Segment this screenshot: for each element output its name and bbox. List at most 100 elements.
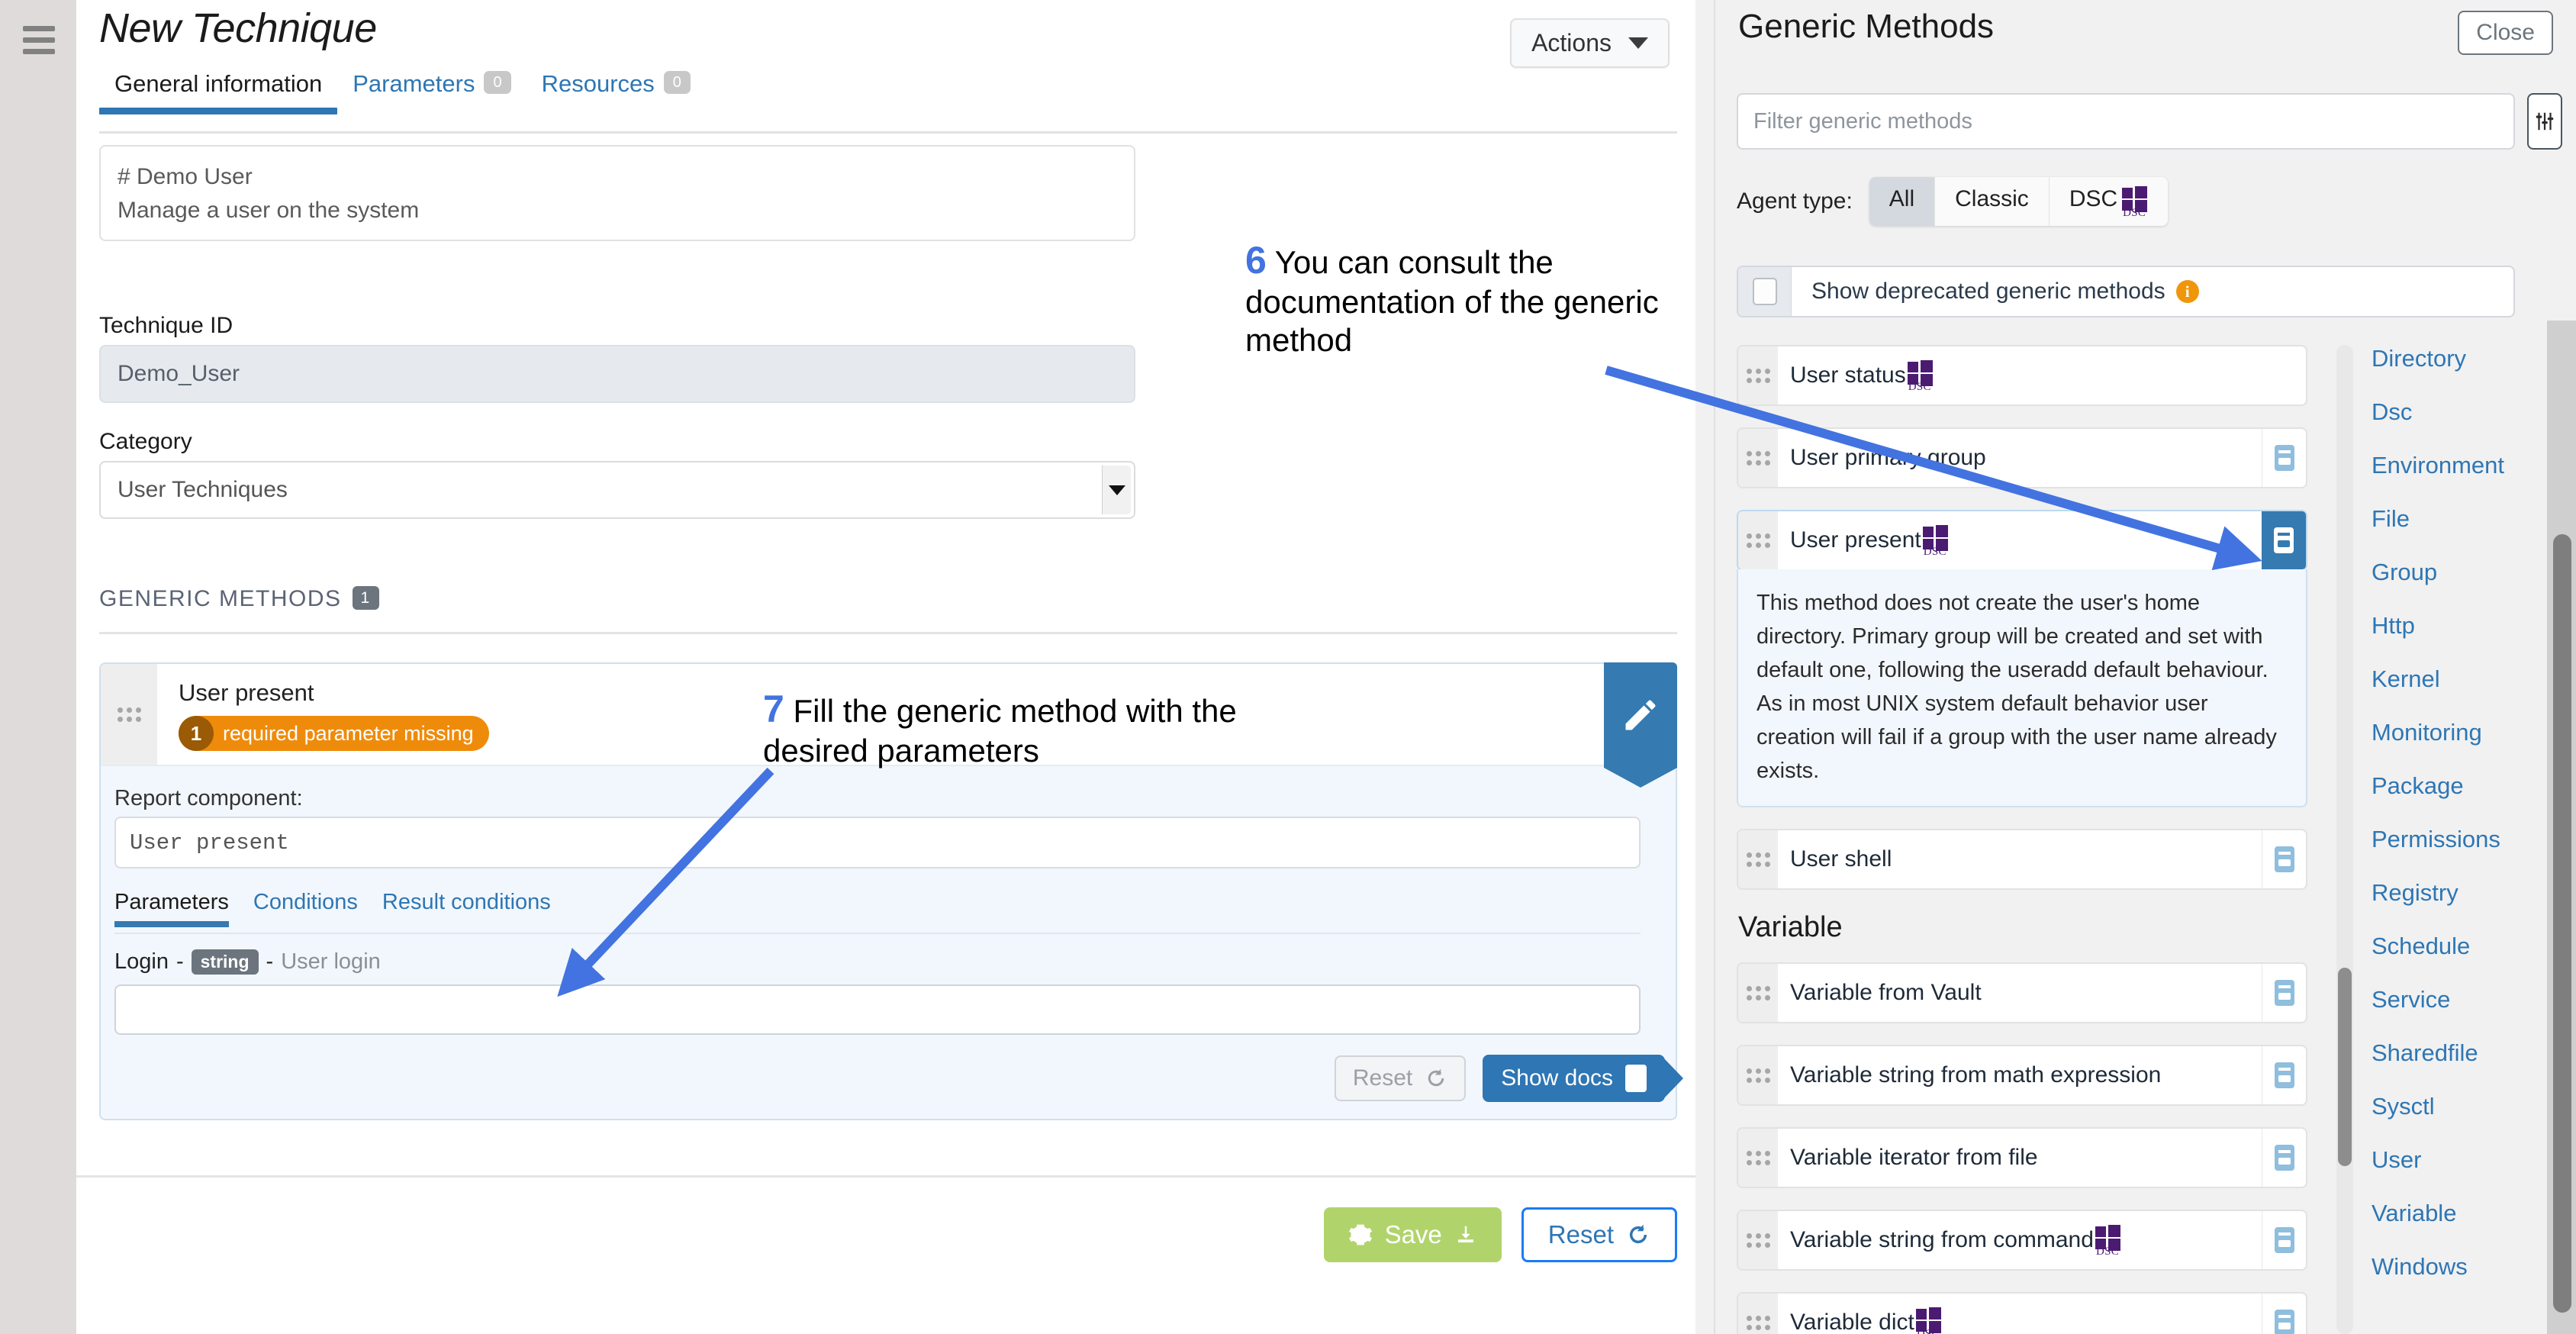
tab-parameters[interactable]: Parameters 0 bbox=[337, 70, 526, 114]
list-item[interactable]: Variable iterator from file bbox=[1737, 1127, 2307, 1189]
drag-handle-icon[interactable] bbox=[1738, 429, 1778, 487]
method-name: Variable iterator from file bbox=[1778, 1129, 2262, 1187]
actions-button[interactable]: Actions bbox=[1510, 18, 1670, 68]
category-link-windows[interactable]: Windows bbox=[2372, 1253, 2555, 1281]
panel-title: Generic Methods bbox=[1738, 8, 1995, 45]
method-card-tabs: Parameters Conditions Result conditions bbox=[114, 890, 563, 927]
description-textarea[interactable]: # Demo User Manage a user on the system bbox=[99, 145, 1135, 241]
drag-handle-icon[interactable] bbox=[1738, 1211, 1778, 1270]
show-deprecated-row[interactable]: Show deprecated generic methods i bbox=[1737, 266, 2515, 317]
show-documentation-button[interactable] bbox=[2262, 830, 2306, 889]
document-icon bbox=[2274, 980, 2294, 1007]
status-badge-count: 1 bbox=[179, 716, 214, 751]
show-documentation-button[interactable] bbox=[2262, 1211, 2306, 1270]
agent-type-classic[interactable]: Classic bbox=[1935, 177, 2050, 226]
tab-resources[interactable]: Resources 0 bbox=[526, 70, 706, 114]
main-scrollbar[interactable] bbox=[1695, 0, 1714, 1334]
category-link-file[interactable]: File bbox=[2372, 505, 2555, 533]
show-documentation-button[interactable] bbox=[2262, 429, 2306, 487]
select-dropdown-arrow[interactable] bbox=[1102, 466, 1131, 514]
category-label: Category bbox=[99, 429, 192, 454]
category-link-permissions[interactable]: Permissions bbox=[2372, 826, 2555, 853]
category-link-environment[interactable]: Environment bbox=[2372, 452, 2555, 479]
category-link-user[interactable]: User bbox=[2372, 1146, 2555, 1174]
method-name: Variable string from command DSC bbox=[1778, 1211, 2262, 1269]
panel-scrollbar-thumb[interactable] bbox=[2553, 534, 2571, 1313]
agent-type-all[interactable]: All bbox=[1869, 177, 1936, 226]
list-item[interactable]: Variable string from math expression bbox=[1737, 1045, 2307, 1107]
agent-type-dsc[interactable]: DSC DSC bbox=[2049, 177, 2169, 226]
document-icon bbox=[2274, 1310, 2294, 1334]
filter-generic-methods-input[interactable]: Filter generic methods bbox=[1737, 93, 2515, 150]
drag-handle-icon[interactable] bbox=[1738, 1046, 1778, 1105]
document-icon bbox=[1625, 1065, 1647, 1092]
edit-method-button[interactable] bbox=[1604, 662, 1677, 768]
generic-methods-count: 1 bbox=[352, 586, 379, 610]
category-link-registry[interactable]: Registry bbox=[2372, 879, 2555, 907]
group-header-variable: Variable bbox=[1738, 911, 1843, 944]
download-icon bbox=[1457, 1226, 1473, 1242]
drag-handle-icon[interactable] bbox=[101, 664, 157, 765]
hamburger-menu-icon[interactable] bbox=[23, 26, 55, 60]
hamburger-bar bbox=[23, 37, 55, 43]
category-link-package[interactable]: Package bbox=[2372, 772, 2555, 800]
drag-handle-icon[interactable] bbox=[1738, 830, 1778, 889]
windows-dsc-icon: DSC bbox=[2122, 186, 2148, 219]
hamburger-bar bbox=[23, 49, 55, 54]
show-documentation-button[interactable] bbox=[2262, 1129, 2306, 1187]
technique-editor-pane: New Technique Actions General informatio… bbox=[76, 0, 1724, 1334]
category-link-monitoring[interactable]: Monitoring bbox=[2372, 719, 2555, 746]
method-name-text: User present bbox=[1790, 527, 1921, 553]
category-link-schedule[interactable]: Schedule bbox=[2372, 933, 2555, 960]
drag-handle-icon[interactable] bbox=[1738, 1129, 1778, 1187]
show-documentation-button[interactable] bbox=[2262, 964, 2306, 1023]
category-link-directory[interactable]: Directory bbox=[2372, 345, 2555, 372]
list-scrollbar-track[interactable] bbox=[2336, 345, 2353, 1334]
report-component-input[interactable]: User present bbox=[114, 817, 1641, 868]
info-icon[interactable]: i bbox=[2175, 280, 2199, 303]
drag-handle-icon[interactable] bbox=[1738, 1294, 1778, 1334]
show-documentation-button[interactable] bbox=[2262, 1294, 2306, 1334]
category-link-service[interactable]: Service bbox=[2372, 986, 2555, 1013]
reset-button[interactable]: Reset bbox=[1521, 1207, 1677, 1262]
category-link-http[interactable]: Http bbox=[2372, 612, 2555, 640]
drag-handle-icon[interactable] bbox=[1738, 964, 1778, 1023]
list-item[interactable]: Variable string from command DSC bbox=[1737, 1210, 2307, 1271]
login-input[interactable] bbox=[114, 984, 1641, 1035]
list-item[interactable]: User status DSC bbox=[1737, 345, 2307, 406]
annotation-callout-6: 6 You can consult the documentation of t… bbox=[1245, 238, 1703, 359]
method-name: User status DSC bbox=[1778, 346, 2306, 404]
deprecated-checkbox-cell[interactable] bbox=[1738, 267, 1792, 316]
drag-handle-icon[interactable] bbox=[1738, 346, 1778, 404]
show-deprecated-checkbox[interactable] bbox=[1752, 278, 1777, 305]
footer-actions: Save Reset bbox=[1323, 1207, 1677, 1262]
technique-tabs: General information Parameters 0 Resource… bbox=[99, 70, 706, 114]
category-link-sharedfile[interactable]: Sharedfile bbox=[2372, 1039, 2555, 1067]
document-icon bbox=[2274, 527, 2294, 553]
save-button[interactable]: Save bbox=[1323, 1207, 1502, 1262]
tab-method-result-conditions[interactable]: Result conditions bbox=[370, 890, 563, 927]
list-item[interactable]: User primary group bbox=[1737, 427, 2307, 488]
list-item[interactable]: Variable from Vault bbox=[1737, 962, 2307, 1024]
category-link-dsc[interactable]: Dsc bbox=[2372, 398, 2555, 426]
show-documentation-button[interactable] bbox=[2262, 1046, 2306, 1105]
list-item[interactable]: Variable dict DSC bbox=[1737, 1292, 2307, 1334]
list-item-user-present[interactable]: User present DSC bbox=[1737, 510, 2307, 571]
drag-handle-icon[interactable] bbox=[1738, 511, 1778, 569]
list-item[interactable]: User shell bbox=[1737, 829, 2307, 891]
tab-method-parameters[interactable]: Parameters bbox=[114, 890, 241, 927]
tab-general-information[interactable]: General information bbox=[99, 70, 338, 114]
category-link-group[interactable]: Group bbox=[2372, 559, 2555, 586]
close-button[interactable]: Close bbox=[2458, 11, 2553, 55]
category-link-variable[interactable]: Variable bbox=[2372, 1200, 2555, 1227]
show-docs-button[interactable]: Show docs bbox=[1483, 1055, 1683, 1102]
category-select[interactable]: User Techniques bbox=[99, 461, 1135, 519]
tab-method-conditions[interactable]: Conditions bbox=[241, 890, 370, 927]
method-reset-button[interactable]: Reset bbox=[1334, 1055, 1467, 1101]
category-link-sysctl[interactable]: Sysctl bbox=[2372, 1093, 2555, 1120]
sliders-icon[interactable] bbox=[2527, 93, 2562, 150]
category-link-kernel[interactable]: Kernel bbox=[2372, 665, 2555, 693]
reset-label: Reset bbox=[1547, 1220, 1614, 1249]
technique-id-field[interactable]: Demo_User bbox=[99, 345, 1135, 403]
list-scrollbar-thumb[interactable] bbox=[2338, 968, 2352, 1166]
